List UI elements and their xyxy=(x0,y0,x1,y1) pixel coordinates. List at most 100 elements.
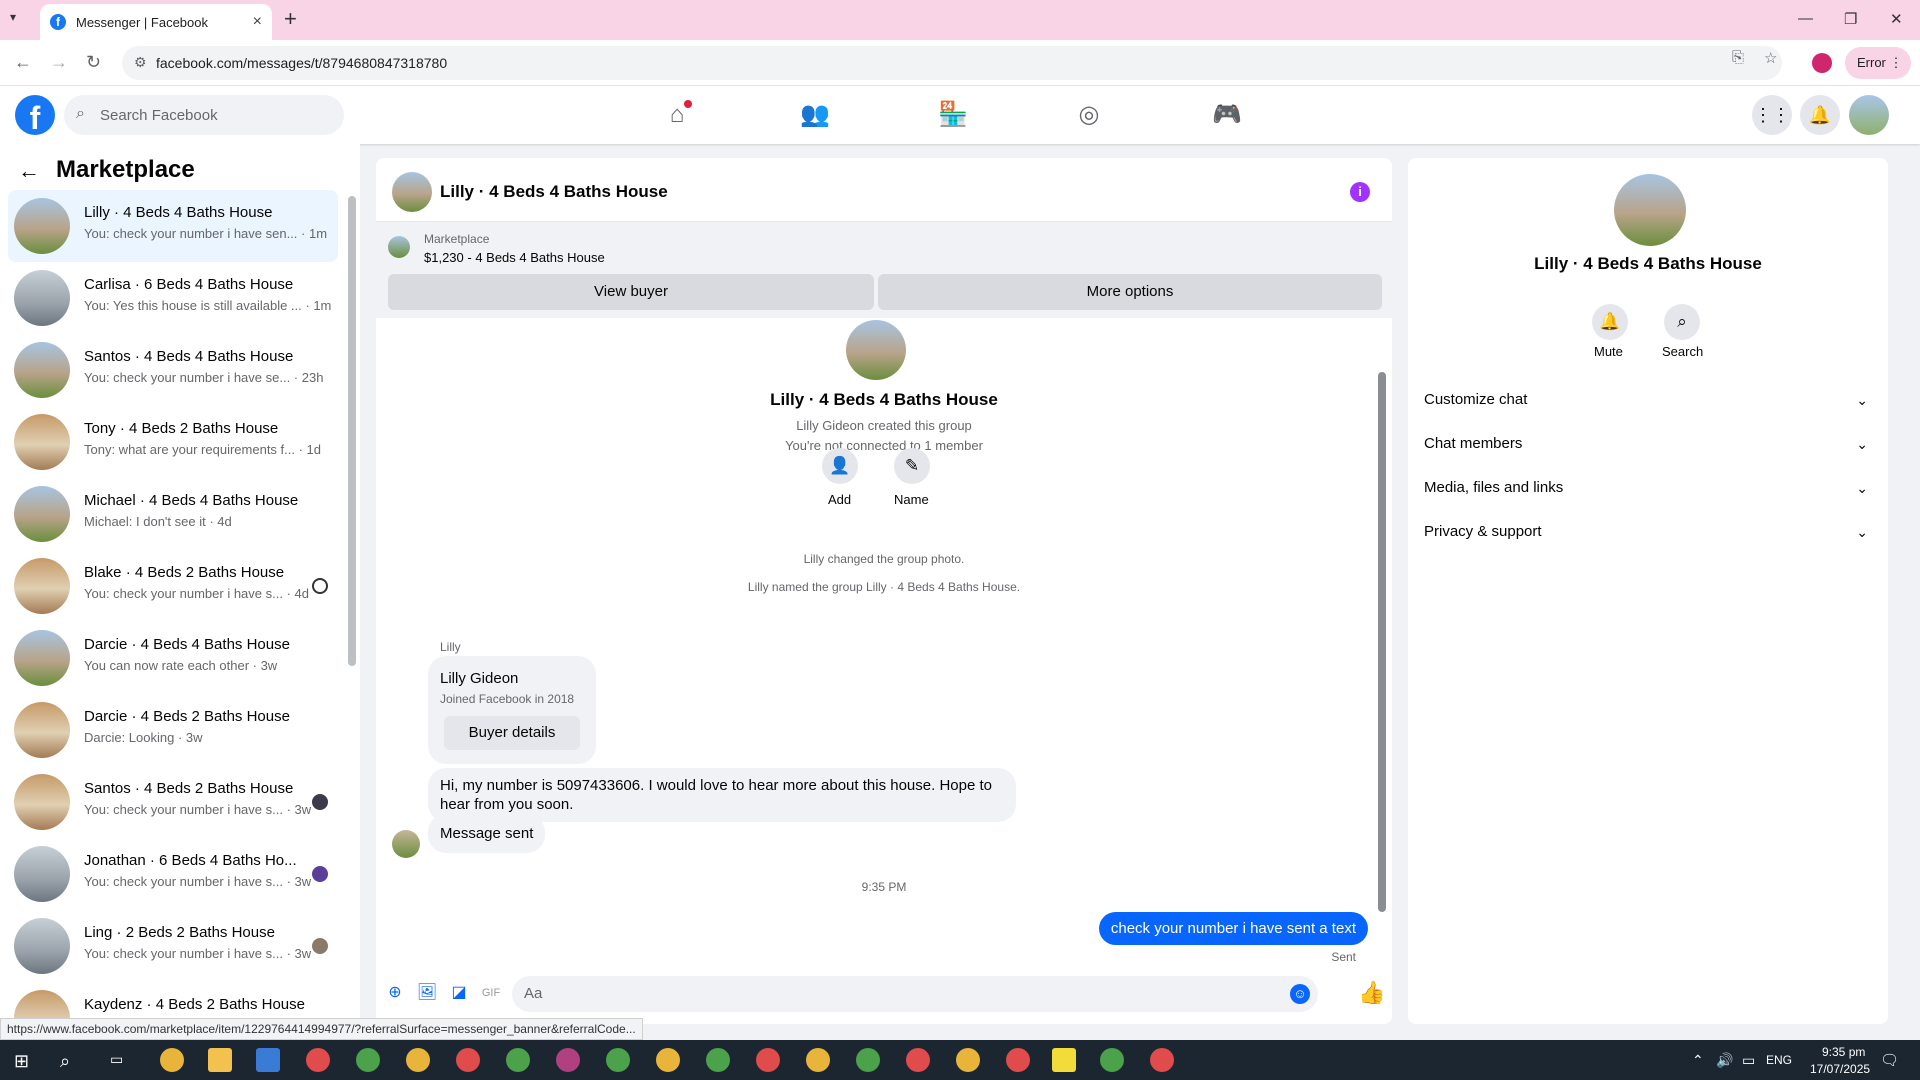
sidebar-scrollbar[interactable] xyxy=(348,196,356,666)
chrome-icon[interactable] xyxy=(706,1048,730,1072)
conversation-item[interactable]: Jonathan · 6 Beds 4 Baths Ho... You: che… xyxy=(8,838,338,910)
search-facebook-input[interactable]: ⌕ Search Facebook xyxy=(64,95,344,135)
view-buyer-button[interactable]: View buyer xyxy=(388,274,874,310)
chat-members-row[interactable]: Chat members ⌄ xyxy=(1424,424,1872,464)
gaming-icon[interactable]: 🎮 xyxy=(1210,98,1244,132)
conversation-item[interactable]: Santos · 4 Beds 2 Baths House You: check… xyxy=(8,766,338,838)
mute-bell-icon[interactable]: 🔔 xyxy=(1592,304,1628,340)
account-avatar[interactable] xyxy=(1849,95,1889,135)
chrome-icon[interactable] xyxy=(906,1048,930,1072)
chat-scrollbar[interactable] xyxy=(1378,372,1386,912)
language-indicator[interactable]: ENG xyxy=(1766,1053,1792,1067)
message-input[interactable]: Aa xyxy=(512,976,1318,1012)
chrome-icon[interactable] xyxy=(1150,1048,1174,1072)
photo-icon[interactable]: 🖼 xyxy=(416,982,438,1004)
close-window-icon[interactable]: ✕ xyxy=(1890,10,1903,28)
sticker-icon[interactable]: ◪ xyxy=(448,982,470,1004)
reload-icon[interactable]: ↻ xyxy=(86,52,101,73)
sticky-notes-icon[interactable] xyxy=(1052,1048,1076,1072)
chrome-icon[interactable] xyxy=(856,1048,880,1072)
browser-tab[interactable]: f Messenger | Facebook × xyxy=(40,4,272,40)
clock-date[interactable]: 17/07/2025 xyxy=(1810,1062,1870,1076)
facebook-logo-icon[interactable]: f xyxy=(15,95,55,136)
search-icon[interactable]: ⌕ xyxy=(1664,304,1700,340)
conversation-item[interactable]: Lilly · 4 Beds 4 Baths House You: check … xyxy=(8,190,338,262)
chrome-icon[interactable] xyxy=(656,1048,680,1072)
search-icon[interactable]: ⌕ xyxy=(60,1051,70,1072)
more-options-button[interactable]: More options xyxy=(878,274,1382,310)
network-icon[interactable]: ▭ xyxy=(1742,1052,1755,1069)
forward-icon[interactable]: → xyxy=(50,52,68,73)
conversation-item[interactable]: Darcie · 4 Beds 4 Baths House You can no… xyxy=(8,622,338,694)
chrome-icon[interactable] xyxy=(606,1048,630,1072)
tab-search-icon[interactable]: ▾ xyxy=(10,10,16,24)
chrome-icon[interactable] xyxy=(406,1048,430,1072)
error-button[interactable]: Error ⋮ xyxy=(1845,47,1911,79)
conversation-name: Ling · 2 Beds 2 Baths House xyxy=(84,924,275,941)
chrome-icon[interactable] xyxy=(956,1048,980,1072)
tray-chevron-icon[interactable]: ⌃ xyxy=(1692,1052,1704,1069)
conversation-item[interactable]: Carlisa · 6 Beds 4 Baths House You: Yes … xyxy=(8,262,338,334)
listing-thumbnail[interactable] xyxy=(388,236,410,258)
chat-title[interactable]: Lilly · 4 Beds 4 Baths House xyxy=(440,182,668,202)
chat-avatar[interactable] xyxy=(392,172,432,212)
privacy-support-row[interactable]: Privacy & support ⌄ xyxy=(1424,512,1872,552)
conversation-item[interactable]: Blake · 4 Beds 2 Baths House You: check … xyxy=(8,550,338,622)
media-files-row[interactable]: Media, files and links ⌄ xyxy=(1424,468,1872,508)
notification-center-icon[interactable]: 🗨 xyxy=(1880,1051,1899,1069)
install-app-icon[interactable]: ⎘ xyxy=(1732,49,1744,66)
back-arrow-icon[interactable]: ← xyxy=(18,158,40,184)
windows-start-icon[interactable]: ⊞ xyxy=(14,1051,29,1072)
tab-close-icon[interactable]: × xyxy=(253,13,262,31)
group-avatar[interactable] xyxy=(1614,174,1686,246)
thumbs-up-icon[interactable]: 👍 xyxy=(1358,980,1385,1006)
customize-chat-row[interactable]: Customize chat ⌄ xyxy=(1424,380,1872,420)
chrome-icon[interactable] xyxy=(1006,1048,1030,1072)
conversation-item[interactable]: Tony · 4 Beds 2 Baths House Tony: what a… xyxy=(8,406,338,478)
back-icon[interactable]: ← xyxy=(14,52,32,73)
edit-name-icon[interactable]: ✎ xyxy=(894,448,930,484)
profile-icon[interactable] xyxy=(1812,53,1832,73)
conversation-item[interactable]: Michael · 4 Beds 4 Baths House Michael: … xyxy=(8,478,338,550)
chrome-icon[interactable] xyxy=(806,1048,830,1072)
clock-time[interactable]: 9:35 pm xyxy=(1822,1045,1865,1059)
conversation-name: Darcie · 4 Beds 2 Baths House xyxy=(84,708,290,725)
address-bar[interactable]: ⚙ facebook.com/messages/t/87946808473187… xyxy=(122,46,1782,80)
volume-icon[interactable]: 🔊 xyxy=(1716,1052,1733,1069)
groups-icon[interactable]: ◎ xyxy=(1072,98,1106,132)
emoji-icon[interactable]: ☺ xyxy=(1290,984,1310,1004)
add-label: Add xyxy=(828,492,852,507)
plus-icon[interactable]: ⊕ xyxy=(384,982,406,1004)
task-view-icon[interactable]: ▭ xyxy=(110,1051,123,1068)
conversation-item[interactable]: Darcie · 4 Beds 2 Baths House Darcie: Lo… xyxy=(8,694,338,766)
marketplace-icon[interactable]: 🏪 xyxy=(936,98,970,132)
chrome-icon[interactable] xyxy=(1100,1048,1124,1072)
buyer-details-button[interactable]: Buyer details xyxy=(444,716,580,750)
calculator-icon[interactable] xyxy=(256,1048,280,1072)
chrome-icon[interactable] xyxy=(306,1048,330,1072)
chrome-icon[interactable] xyxy=(356,1048,380,1072)
menu-grid-icon[interactable]: ⋮⋮ xyxy=(1752,95,1792,135)
new-tab-icon[interactable]: + xyxy=(284,8,297,30)
chrome-icon[interactable] xyxy=(456,1048,480,1072)
conversation-item[interactable]: Ling · 2 Beds 2 Baths House You: check y… xyxy=(8,910,338,982)
app-icon[interactable] xyxy=(556,1048,580,1072)
info-icon[interactable]: i xyxy=(1350,182,1370,202)
restore-icon[interactable]: ❐ xyxy=(1844,10,1857,28)
minimize-icon[interactable]: — xyxy=(1798,10,1813,27)
sender-avatar[interactable] xyxy=(392,830,420,858)
conversation-item[interactable]: Santos · 4 Beds 4 Baths House You: check… xyxy=(8,334,338,406)
chrome-icon[interactable] xyxy=(756,1048,780,1072)
gif-icon[interactable]: GIF xyxy=(480,982,502,1004)
listing-price[interactable]: $1,230 - 4 Beds 4 Baths House xyxy=(424,250,605,265)
site-info-icon[interactable]: ⚙ xyxy=(134,54,147,71)
conversation-name: Blake · 4 Beds 2 Baths House xyxy=(84,564,285,581)
add-person-icon[interactable]: 👤 xyxy=(822,448,858,484)
file-explorer-icon[interactable] xyxy=(208,1048,232,1072)
listing-thumbnail xyxy=(14,630,70,686)
chrome-icon[interactable] xyxy=(160,1048,184,1072)
friends-icon[interactable]: 👥 xyxy=(798,98,832,132)
bookmark-star-icon[interactable]: ☆ xyxy=(1764,49,1777,67)
chrome-icon[interactable] xyxy=(506,1048,530,1072)
notifications-bell-icon[interactable]: 🔔 xyxy=(1800,95,1840,135)
